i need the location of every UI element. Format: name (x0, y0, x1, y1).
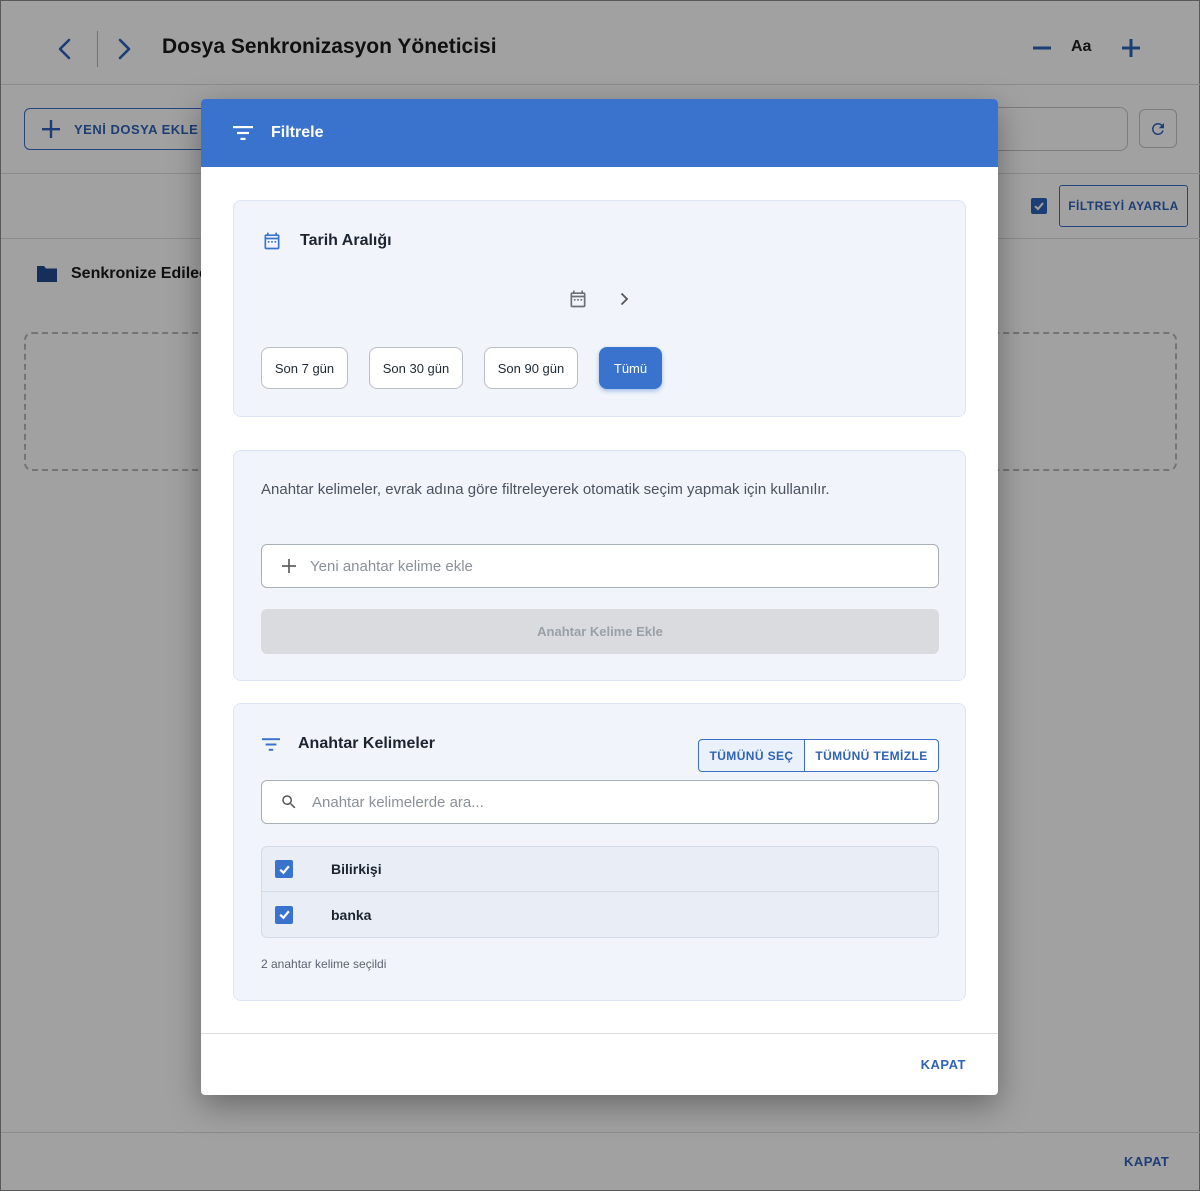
keyword-item-bilirkisi[interactable]: Bilirkişi (262, 847, 938, 892)
keyword-label: banka (331, 906, 372, 923)
calendar-icon (264, 232, 280, 250)
calendar-icon (570, 290, 586, 308)
chevron-right-icon (620, 292, 629, 306)
new-keyword-field[interactable] (261, 544, 939, 588)
filter-icon (233, 126, 253, 140)
range-30-days-button[interactable]: Son 30 gün (369, 347, 463, 389)
range-7-days-button[interactable]: Son 7 gün (261, 347, 348, 389)
keyword-checkbox[interactable] (275, 905, 293, 924)
check-icon (278, 865, 290, 874)
dialog-close-button[interactable]: KAPAT (921, 1057, 966, 1072)
keyword-list-title: Anahtar Kelimeler (298, 735, 435, 752)
selection-button-group: TÜMÜNÜ SEÇ TÜMÜNÜ TEMİZLE (698, 739, 939, 772)
keyword-checkbox[interactable] (275, 860, 293, 878)
dialog-header: Filtrele (201, 99, 998, 167)
date-picker-button[interactable] (567, 288, 589, 310)
search-icon (282, 795, 296, 809)
range-all-button[interactable]: Tümü (599, 347, 662, 389)
date-next-button[interactable] (614, 289, 634, 309)
new-keyword-input[interactable] (310, 557, 910, 575)
keyword-search-input[interactable] (312, 793, 912, 811)
date-range-title: Tarih Aralığı (300, 232, 392, 249)
add-keyword-button[interactable]: Anahtar Kelime Ekle (261, 609, 939, 654)
check-icon (278, 910, 290, 920)
dialog-footer: KAPAT (201, 1033, 998, 1095)
selected-count-text: 2 anahtar kelime seçildi (261, 957, 387, 971)
select-all-button[interactable]: TÜMÜNÜ SEÇ (698, 739, 805, 772)
keyword-search-field[interactable] (261, 780, 939, 824)
keyword-description: Anahtar kelimeler, evrak adına göre filt… (261, 481, 830, 498)
filter-icon (262, 737, 280, 751)
filter-dialog: Filtrele Tarih Aralığı Son 7 gün Son 30 … (201, 99, 998, 1095)
dialog-title: Filtrele (271, 124, 324, 141)
plus-icon (282, 559, 296, 573)
keyword-list: Bilirkişi banka (261, 846, 939, 938)
keyword-add-card: Anahtar kelimeler, evrak adına göre filt… (233, 450, 966, 681)
date-range-card: Tarih Aralığı Son 7 gün Son 30 gün Son 9… (233, 200, 966, 417)
clear-all-button[interactable]: TÜMÜNÜ TEMİZLE (805, 739, 939, 772)
keyword-list-header: Anahtar Kelimeler (262, 735, 435, 753)
date-range-header: Tarih Aralığı (262, 231, 392, 251)
range-90-days-button[interactable]: Son 90 gün (484, 347, 578, 389)
keyword-list-card: Anahtar Kelimeler TÜMÜNÜ SEÇ TÜMÜNÜ TEMİ… (233, 703, 966, 1001)
keyword-label: Bilirkişi (331, 861, 382, 877)
keyword-item-banka[interactable]: banka (262, 892, 938, 937)
